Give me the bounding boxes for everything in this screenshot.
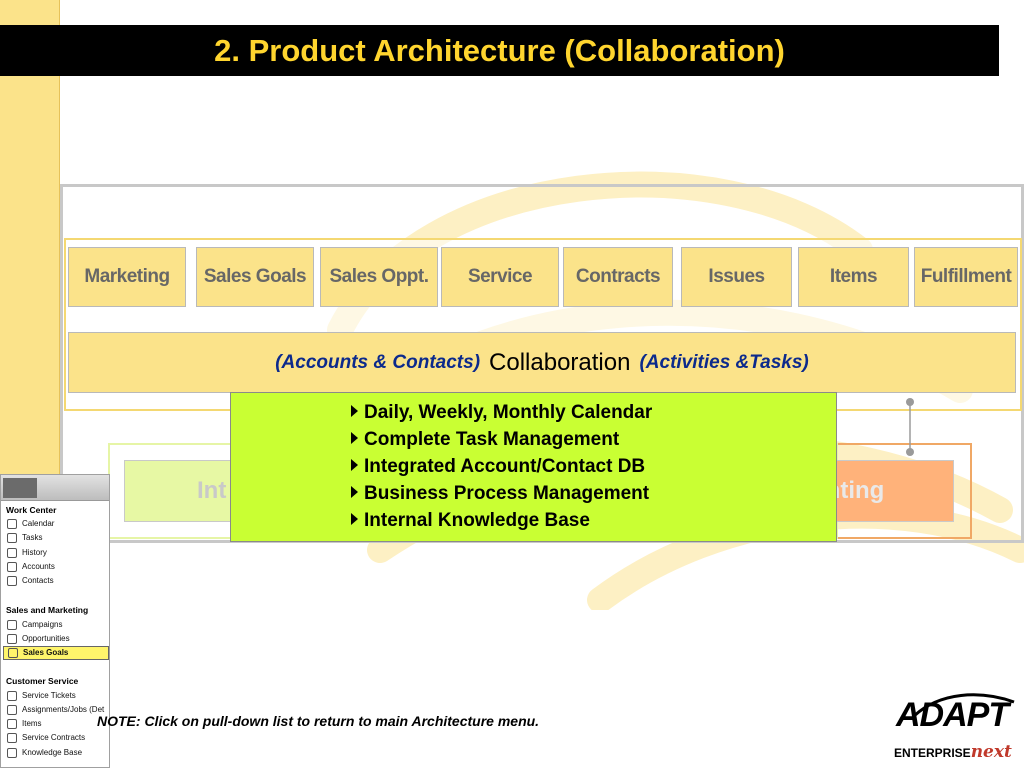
collaboration-center-label: Collaboration xyxy=(489,348,631,376)
app-logo-icon xyxy=(3,478,37,498)
lower-module-left-label: Int xyxy=(197,477,227,504)
feature-item: Business Process Management xyxy=(351,483,652,510)
history-icon xyxy=(7,547,17,558)
sidebar-item-history[interactable]: History xyxy=(1,546,109,560)
bullet-triangle-icon xyxy=(351,405,358,417)
module-sales-oppt[interactable]: Sales Oppt. xyxy=(320,247,438,307)
lower-module-left[interactable]: Int xyxy=(124,460,234,522)
calendar-icon xyxy=(7,519,17,530)
sidebar-item-campaigns[interactable]: Campaigns xyxy=(1,617,109,631)
knowledge-base-icon xyxy=(7,747,17,758)
bullet-triangle-icon xyxy=(351,432,358,444)
accounts-icon xyxy=(7,562,17,573)
collaboration-features-popup: Daily, Weekly, Monthly Calendar Complete… xyxy=(230,392,837,542)
feature-item: Complete Task Management xyxy=(351,429,652,456)
connector-line xyxy=(906,398,914,456)
assignments-icon xyxy=(7,704,17,715)
module-service[interactable]: Service xyxy=(441,247,559,307)
module-items[interactable]: Items xyxy=(798,247,909,307)
sidebar-item-service-tickets[interactable]: Service Tickets xyxy=(1,688,109,702)
sidebar-item-knowledge-base[interactable]: Knowledge Base xyxy=(1,746,109,760)
lower-module-right[interactable]: unting xyxy=(836,460,954,522)
logo-tagline: ENTERPRISEnext xyxy=(894,742,1012,762)
bullet-triangle-icon xyxy=(351,486,358,498)
contacts-icon xyxy=(7,576,17,587)
sidebar-item-contacts[interactable]: Contacts xyxy=(1,574,109,588)
sidebar-nav: Work Center Calendar Tasks History Accou… xyxy=(1,503,109,760)
app-sidebar-screenshot: Work Center Calendar Tasks History Accou… xyxy=(0,474,110,768)
module-contracts[interactable]: Contracts xyxy=(563,247,673,307)
sidebar-header xyxy=(1,475,109,501)
module-issues[interactable]: Issues xyxy=(681,247,792,307)
campaigns-icon xyxy=(7,619,17,630)
opportunities-icon xyxy=(7,633,17,644)
sidebar-item-service-contracts[interactable]: Service Contracts xyxy=(1,731,109,745)
collaboration-right-label: (Activities &Tasks) xyxy=(639,351,809,373)
sidebar-item-tasks[interactable]: Tasks xyxy=(1,531,109,545)
tasks-icon xyxy=(7,533,17,544)
service-tickets-icon xyxy=(7,690,17,701)
sidebar-section-title: Sales and Marketing xyxy=(6,605,89,616)
sidebar-item-items[interactable]: Items xyxy=(1,717,109,731)
collaboration-bar[interactable]: (Accounts & Contacts) Collaboration (Act… xyxy=(68,332,1016,393)
service-contracts-icon xyxy=(7,733,17,744)
feature-item: Integrated Account/Contact DB xyxy=(351,456,652,483)
sales-goals-icon xyxy=(8,648,18,659)
sidebar-item-assignments[interactable]: Assignments/Jobs (Det xyxy=(1,703,109,717)
sidebar-item-accounts[interactable]: Accounts xyxy=(1,560,109,574)
feature-item: Daily, Weekly, Monthly Calendar xyxy=(351,402,652,429)
sidebar-section-title: Customer Service xyxy=(6,676,79,687)
bullet-triangle-icon xyxy=(351,459,358,471)
module-sales-goals[interactable]: Sales Goals xyxy=(196,247,314,307)
adapt-logo: ADAPT ENTERPRISEnext xyxy=(890,688,1020,766)
slide-title: 2. Product Architecture (Collaboration) xyxy=(214,33,785,68)
logo-wordmark: ADAPT xyxy=(896,696,1009,734)
navigation-note: NOTE: Click on pull-down list to return … xyxy=(97,713,540,729)
module-marketing[interactable]: Marketing xyxy=(68,247,186,307)
features-list: Daily, Weekly, Monthly Calendar Complete… xyxy=(351,402,652,537)
items-icon xyxy=(7,719,17,730)
lower-module-right-label: unting xyxy=(837,477,885,504)
sidebar-item-calendar[interactable]: Calendar xyxy=(1,517,109,531)
title-bar: 2. Product Architecture (Collaboration) xyxy=(0,25,999,76)
sidebar-item-sales-goals[interactable]: Sales Goals xyxy=(3,646,109,661)
collaboration-left-label: (Accounts & Contacts) xyxy=(275,351,481,373)
bullet-triangle-icon xyxy=(351,513,358,525)
module-fulfillment[interactable]: Fulfillment xyxy=(914,247,1018,307)
sidebar-section-title: Work Center xyxy=(6,505,57,515)
feature-item: Internal Knowledge Base xyxy=(351,510,652,537)
sidebar-item-opportunities[interactable]: Opportunities xyxy=(1,632,109,646)
